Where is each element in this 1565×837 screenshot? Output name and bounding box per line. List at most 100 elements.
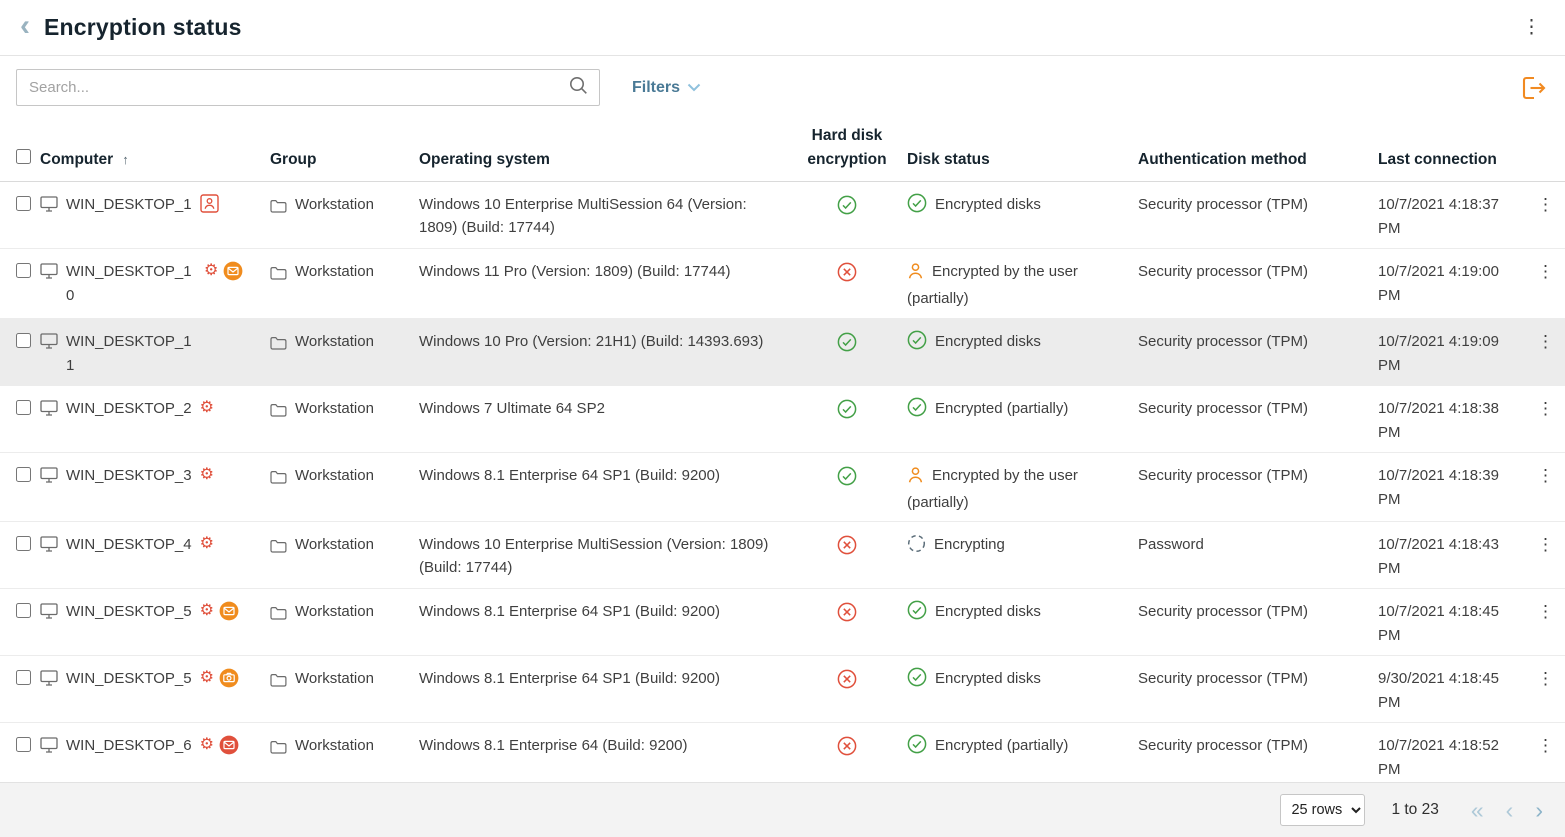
- authentication-method-label: Security processor (TPM): [1138, 600, 1378, 623]
- desktop-computer-icon: [40, 467, 58, 490]
- table-row[interactable]: WIN_DESKTOP_5 ⚙︎ Workstation Windows 8.1…: [0, 589, 1565, 656]
- user-icon: [907, 466, 924, 491]
- computer-cell: WIN_DESKTOP_10 ⚙︎: [40, 260, 270, 308]
- previous-page-icon[interactable]: ‹: [1506, 799, 1514, 822]
- last-connection-label: 9/30/2021 4:18:45 PM: [1378, 667, 1530, 715]
- row-menu-kebab-icon[interactable]: ⋮: [1530, 193, 1561, 215]
- desktop-computer-icon: [40, 737, 58, 760]
- column-header-disk-status[interactable]: Disk status: [907, 148, 1138, 172]
- check-circle-icon: [907, 193, 927, 220]
- row-menu-kebab-icon[interactable]: ⋮: [1530, 397, 1561, 419]
- os-label: Windows 11 Pro (Version: 1809) (Build: 1…: [419, 260, 797, 283]
- folder-icon: [270, 468, 287, 491]
- export-icon[interactable]: [1519, 75, 1547, 101]
- row-checkbox[interactable]: [16, 333, 31, 348]
- computer-name[interactable]: WIN_DESKTOP_1: [66, 193, 192, 217]
- table-row[interactable]: WIN_DESKTOP_1 Workstation Windows 10 Ent…: [0, 182, 1565, 249]
- computer-cell: WIN_DESKTOP_11: [40, 330, 270, 378]
- computer-name[interactable]: WIN_DESKTOP_5: [66, 667, 192, 691]
- group-cell: Workstation: [270, 734, 419, 761]
- os-label: Windows 8.1 Enterprise 64 (Build: 9200): [419, 734, 797, 757]
- row-menu-kebab-icon[interactable]: ⋮: [1530, 667, 1561, 689]
- encrypted-check-icon: [837, 466, 857, 493]
- os-label: Windows 8.1 Enterprise 64 SP1 (Build: 92…: [419, 667, 797, 690]
- column-header-os[interactable]: Operating system: [419, 148, 797, 172]
- row-menu-kebab-icon[interactable]: ⋮: [1530, 600, 1561, 622]
- table-row[interactable]: WIN_DESKTOP_5 ⚙︎ Workstation Windows 8.1…: [0, 656, 1565, 723]
- folder-icon: [270, 264, 287, 287]
- row-checkbox[interactable]: [16, 400, 31, 415]
- pagination-bar: 25 rows 1 to 23 « ‹ ›: [0, 782, 1565, 837]
- table-row[interactable]: WIN_DESKTOP_6 ⚙︎ Workstation Windows 8.1…: [0, 723, 1565, 782]
- row-checkbox-cell: [0, 330, 40, 355]
- hde-cell: [797, 533, 907, 562]
- os-label: Windows 10 Pro (Version: 21H1) (Build: 1…: [419, 330, 797, 353]
- computer-name[interactable]: WIN_DESKTOP_4: [66, 533, 192, 557]
- group-cell: Workstation: [270, 667, 419, 694]
- filters-button[interactable]: Filters: [632, 79, 701, 97]
- table-row[interactable]: WIN_DESKTOP_4 ⚙︎ Workstation Windows 10 …: [0, 522, 1565, 589]
- row-checkbox[interactable]: [16, 603, 31, 618]
- row-checkbox[interactable]: [16, 670, 31, 685]
- folder-icon: [270, 197, 287, 220]
- page-menu-kebab-icon[interactable]: ⋮: [1516, 12, 1547, 43]
- desktop-computer-icon: [40, 400, 58, 423]
- select-all-checkbox[interactable]: [16, 149, 31, 164]
- column-header-hard-disk-encryption[interactable]: Hard disk encryption: [797, 124, 907, 172]
- computer-cell: WIN_DESKTOP_3 ⚙︎: [40, 464, 270, 490]
- row-checkbox-cell: [0, 533, 40, 558]
- gear-icon: ⚙︎: [204, 261, 218, 281]
- row-menu-kebab-icon[interactable]: ⋮: [1530, 330, 1561, 352]
- row-menu-kebab-icon[interactable]: ⋮: [1530, 734, 1561, 756]
- disk-status-label: Encrypted by the user (partially): [907, 467, 1078, 511]
- column-header-authentication-method[interactable]: Authentication method: [1138, 148, 1378, 172]
- group-cell: Workstation: [270, 193, 419, 220]
- computer-name[interactable]: WIN_DESKTOP_6: [66, 734, 192, 758]
- group-cell: Workstation: [270, 397, 419, 424]
- first-page-icon[interactable]: «: [1471, 799, 1484, 822]
- encrypted-check-icon: [837, 332, 857, 359]
- row-checkbox[interactable]: [16, 737, 31, 752]
- desktop-computer-icon: [40, 263, 58, 286]
- row-checkbox[interactable]: [16, 196, 31, 211]
- table-row[interactable]: WIN_DESKTOP_3 ⚙︎ Workstation Windows 8.1…: [0, 453, 1565, 523]
- gear-icon: ⚙︎: [200, 601, 214, 621]
- check-circle-icon: [907, 330, 927, 357]
- row-menu-kebab-icon[interactable]: ⋮: [1530, 464, 1561, 486]
- group-label: Workstation: [295, 464, 374, 487]
- column-header-last-connection[interactable]: Last connection: [1378, 148, 1530, 172]
- table-row[interactable]: WIN_DESKTOP_2 ⚙︎ Workstation Windows 7 U…: [0, 386, 1565, 453]
- table-row[interactable]: WIN_DESKTOP_10 ⚙︎ Workstation Windows 11…: [0, 249, 1565, 319]
- column-header-computer[interactable]: Computer↑: [40, 148, 270, 172]
- row-checkbox[interactable]: [16, 263, 31, 278]
- group-cell: Workstation: [270, 533, 419, 560]
- os-label: Windows 10 Enterprise MultiSession 64 (V…: [419, 193, 797, 240]
- column-header-group[interactable]: Group: [270, 148, 419, 172]
- hde-cell: [797, 464, 907, 493]
- disk-status-label: Encrypted disks: [935, 670, 1041, 687]
- desktop-computer-icon: [40, 333, 58, 356]
- computer-name[interactable]: WIN_DESKTOP_10: [66, 260, 196, 308]
- group-label: Workstation: [295, 533, 374, 556]
- search-input[interactable]: [29, 79, 568, 96]
- row-menu-kebab-icon[interactable]: ⋮: [1530, 533, 1561, 555]
- next-page-icon[interactable]: ›: [1535, 799, 1543, 822]
- page-title: Encryption status: [44, 14, 242, 41]
- table-row[interactable]: WIN_DESKTOP_11 Workstation Windows 10 Pr…: [0, 319, 1565, 386]
- row-menu-kebab-icon[interactable]: ⋮: [1530, 260, 1561, 282]
- back-icon[interactable]: ‹: [20, 11, 30, 41]
- group-cell: Workstation: [270, 260, 419, 287]
- search-box[interactable]: [16, 69, 600, 106]
- computer-cell: WIN_DESKTOP_2 ⚙︎: [40, 397, 270, 423]
- row-checkbox[interactable]: [16, 467, 31, 482]
- rows-per-page-select[interactable]: 25 rows: [1280, 794, 1365, 826]
- gear-icon: ⚙︎: [200, 534, 214, 553]
- search-icon[interactable]: [568, 75, 589, 101]
- computer-name[interactable]: WIN_DESKTOP_5: [66, 600, 192, 624]
- computer-name[interactable]: WIN_DESKTOP_3: [66, 464, 192, 488]
- row-checkbox[interactable]: [16, 536, 31, 551]
- computer-name[interactable]: WIN_DESKTOP_2: [66, 397, 192, 421]
- folder-icon: [270, 537, 287, 560]
- desktop-computer-icon: [40, 196, 58, 219]
- computer-name[interactable]: WIN_DESKTOP_11: [66, 330, 196, 378]
